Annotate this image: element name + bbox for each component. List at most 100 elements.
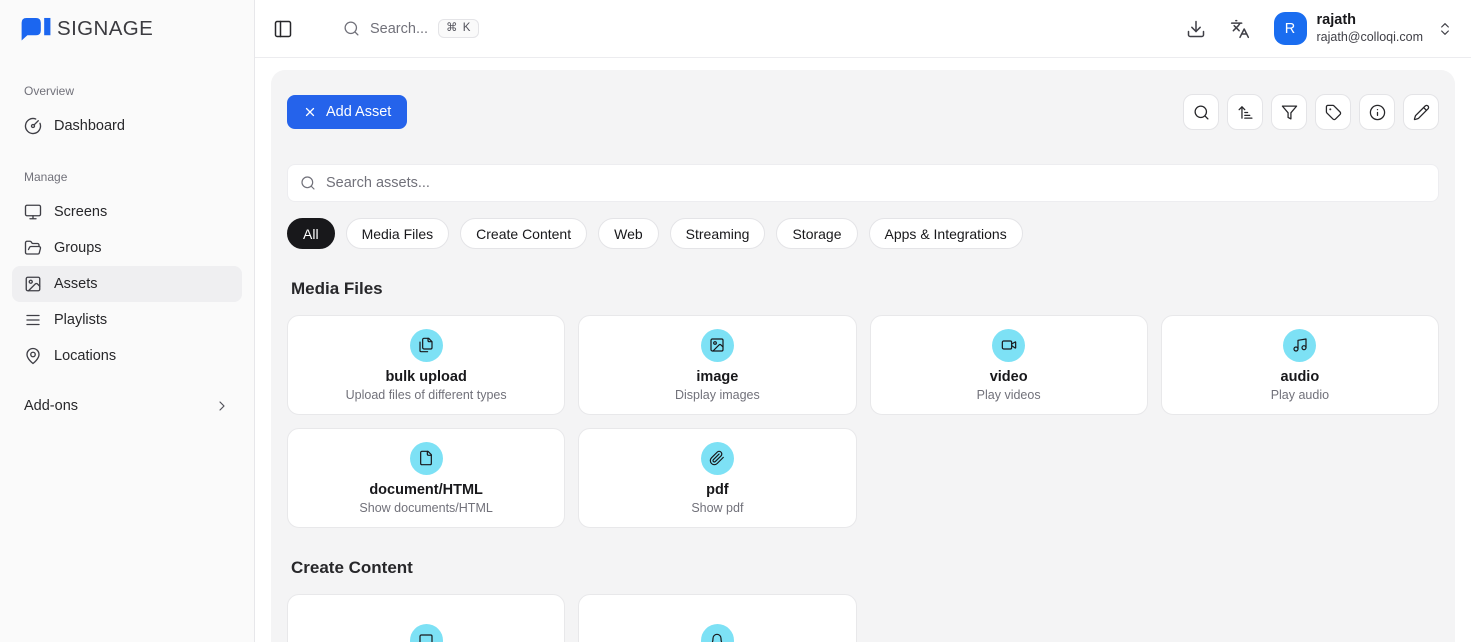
sidebar-item-add-ons[interactable]: Add-ons xyxy=(12,388,242,424)
chevron-right-icon xyxy=(214,398,230,414)
card-title: image xyxy=(696,369,738,385)
card-subtitle: Show pdf xyxy=(691,501,743,515)
sidebar-toggle-button[interactable] xyxy=(273,19,293,39)
list-icon xyxy=(24,311,42,329)
tag-tool-button[interactable] xyxy=(1315,94,1351,130)
card-icon-circle xyxy=(701,442,734,475)
music-icon xyxy=(1292,337,1308,353)
card-icon-circle xyxy=(410,442,443,475)
language-button[interactable] xyxy=(1230,19,1250,39)
global-search-label: Search... xyxy=(370,21,428,37)
toolbar-icon-buttons xyxy=(1183,94,1439,130)
filter-chip-web[interactable]: Web xyxy=(598,218,659,249)
languages-icon xyxy=(1230,19,1250,39)
card-icon-circle xyxy=(992,329,1025,362)
sidebar-item-playlists[interactable]: Playlists xyxy=(12,302,242,338)
logo-wordmark: SIGNAGE xyxy=(57,17,153,41)
panel-left-icon xyxy=(273,19,293,39)
assets-panel: Add Asset xyxy=(271,70,1455,642)
card-subtitle: Play audio xyxy=(1271,388,1329,402)
global-search[interactable]: Search... ⌘ K xyxy=(343,19,479,39)
image-icon xyxy=(24,275,42,293)
filter-chip-streaming[interactable]: Streaming xyxy=(670,218,766,249)
search-icon xyxy=(1193,104,1210,121)
search-icon xyxy=(300,175,316,191)
sidebar-item-screens[interactable]: Screens xyxy=(12,194,242,230)
sidebar-item-label: Screens xyxy=(54,204,107,220)
pisignage-logo: SIGNAGE xyxy=(12,0,242,58)
asset-card-bulk-upload[interactable]: bulk upload Upload files of different ty… xyxy=(287,315,565,415)
content: Add Asset xyxy=(255,58,1471,642)
main-area: Search... ⌘ K R rajath rajath@colloqi.co… xyxy=(255,0,1471,642)
folder-open-icon xyxy=(24,239,42,257)
asset-card-document-html[interactable]: document/HTML Show documents/HTML xyxy=(287,428,565,528)
add-ons-label: Add-ons xyxy=(24,398,78,414)
sidebar-item-label: Playlists xyxy=(54,312,107,328)
info-icon xyxy=(1369,104,1386,121)
filter-chip-create-content[interactable]: Create Content xyxy=(460,218,587,249)
sidebar-item-label: Locations xyxy=(54,348,116,364)
card-icon-circle xyxy=(410,329,443,362)
monitor-icon xyxy=(24,203,42,221)
asset-card-video[interactable]: video Play videos xyxy=(870,315,1148,415)
edit-tool-button[interactable] xyxy=(1403,94,1439,130)
sidebar-item-dashboard[interactable]: Dashboard xyxy=(12,108,242,144)
paperclip-icon xyxy=(709,450,725,466)
asset-filter-chips: All Media Files Create Content Web Strea… xyxy=(287,218,1439,249)
bell-icon xyxy=(709,633,725,642)
gauge-icon xyxy=(24,117,42,135)
card-title: pdf xyxy=(706,482,729,498)
sidebar-item-label: Assets xyxy=(54,276,98,292)
card-title: bulk upload xyxy=(385,369,466,385)
avatar: R xyxy=(1274,12,1307,45)
asset-card-audio[interactable]: audio Play audio xyxy=(1161,315,1439,415)
search-tool-button[interactable] xyxy=(1183,94,1219,130)
assets-toolbar: Add Asset xyxy=(287,94,1439,130)
sidebar-item-assets[interactable]: Assets xyxy=(12,266,242,302)
sidebar-item-groups[interactable]: Groups xyxy=(12,230,242,266)
user-email: rajath@colloqi.com xyxy=(1317,30,1423,45)
card-title: video xyxy=(990,369,1028,385)
asset-card-notice[interactable] xyxy=(578,594,856,642)
filter-chip-media-files[interactable]: Media Files xyxy=(346,218,450,249)
video-icon xyxy=(1001,337,1017,353)
card-icon-circle xyxy=(701,624,734,642)
filter-chip-apps-integrations[interactable]: Apps & Integrations xyxy=(869,218,1023,249)
asset-card-pdf[interactable]: pdf Show pdf xyxy=(578,428,856,528)
sidebar-section-overview: Overview xyxy=(24,84,242,98)
sidebar: SIGNAGE Overview Dashboard Manage Screen… xyxy=(0,0,255,642)
sidebar-item-label: Dashboard xyxy=(54,118,125,134)
pencil-icon xyxy=(1413,104,1430,121)
user-menu[interactable]: R rajath rajath@colloqi.com xyxy=(1274,12,1453,45)
card-icon-circle xyxy=(1283,329,1316,362)
image-icon xyxy=(709,337,725,353)
media-files-cards: bulk upload Upload files of different ty… xyxy=(287,315,1439,528)
card-icon-circle xyxy=(410,624,443,642)
section-title-media-files: Media Files xyxy=(291,279,1435,299)
card-title: audio xyxy=(1281,369,1320,385)
file-icon xyxy=(418,450,434,466)
filter-chip-all[interactable]: All xyxy=(287,218,335,249)
asset-card-image[interactable]: image Display images xyxy=(578,315,856,415)
create-content-cards xyxy=(287,594,1439,642)
close-icon xyxy=(303,105,317,119)
info-tool-button[interactable] xyxy=(1359,94,1395,130)
sort-tool-button[interactable] xyxy=(1227,94,1263,130)
search-icon xyxy=(343,20,360,37)
filter-chip-storage[interactable]: Storage xyxy=(776,218,857,249)
asset-search-input[interactable] xyxy=(326,175,1426,191)
card-subtitle: Upload files of different types xyxy=(346,388,507,402)
tag-icon xyxy=(1325,104,1342,121)
filter-tool-button[interactable] xyxy=(1271,94,1307,130)
asset-card-message[interactable] xyxy=(287,594,565,642)
card-subtitle: Play videos xyxy=(977,388,1041,402)
topbar: Search... ⌘ K R rajath rajath@colloqi.co… xyxy=(255,0,1471,58)
card-subtitle: Display images xyxy=(675,388,760,402)
add-asset-button[interactable]: Add Asset xyxy=(287,95,407,129)
sidebar-item-locations[interactable]: Locations xyxy=(12,338,242,374)
files-icon xyxy=(418,337,434,353)
chevrons-up-down-icon xyxy=(1437,21,1453,37)
download-button[interactable] xyxy=(1186,19,1206,39)
sidebar-item-label: Groups xyxy=(54,240,102,256)
user-name: rajath xyxy=(1317,12,1423,29)
